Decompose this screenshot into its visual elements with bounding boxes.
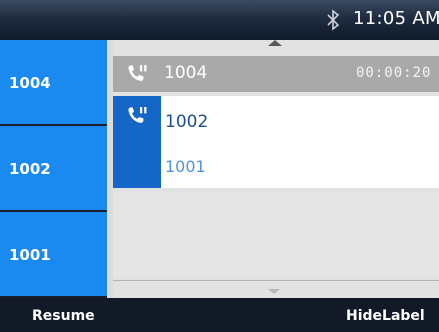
status-bar: 11:05 AM (0, 0, 439, 40)
hidelabel-softkey[interactable]: HideLabel (346, 308, 425, 324)
held-call-number: 1004 (164, 63, 208, 83)
active-call-number: 1002 (165, 112, 209, 132)
line-keys-column: 1004 1002 1001 (0, 40, 107, 298)
active-call-icon-box (113, 96, 161, 188)
line-key-1002[interactable]: 1002 (0, 126, 107, 210)
call-panel: 1004 00:00:20 1002 1001 (107, 40, 439, 298)
scroll-up-arrow-icon[interactable] (268, 40, 282, 46)
resume-softkey[interactable]: Resume (32, 308, 95, 324)
held-call-row[interactable]: 1004 00:00:20 (113, 56, 439, 92)
phone-icon (128, 107, 147, 123)
active-call-row[interactable]: 1002 1001 (113, 96, 439, 188)
divider (113, 280, 439, 281)
bluetooth-icon (327, 9, 340, 31)
softkey-bar: Resume HideLabel (0, 298, 439, 332)
empty-call-slot (113, 192, 439, 278)
clock-time: 11:05 AM (353, 8, 439, 29)
active-call-secondary-number: 1001 (165, 157, 206, 176)
line-key-label: 1001 (9, 246, 51, 264)
held-call-duration: 00:00:20 (356, 65, 432, 81)
line-key-label: 1004 (9, 74, 51, 92)
line-key-label: 1002 (9, 160, 51, 178)
scroll-down-arrow-icon[interactable] (268, 289, 280, 294)
phone-icon (128, 65, 147, 81)
line-key-1004[interactable]: 1004 (0, 40, 107, 124)
line-key-1001[interactable]: 1001 (0, 212, 107, 296)
